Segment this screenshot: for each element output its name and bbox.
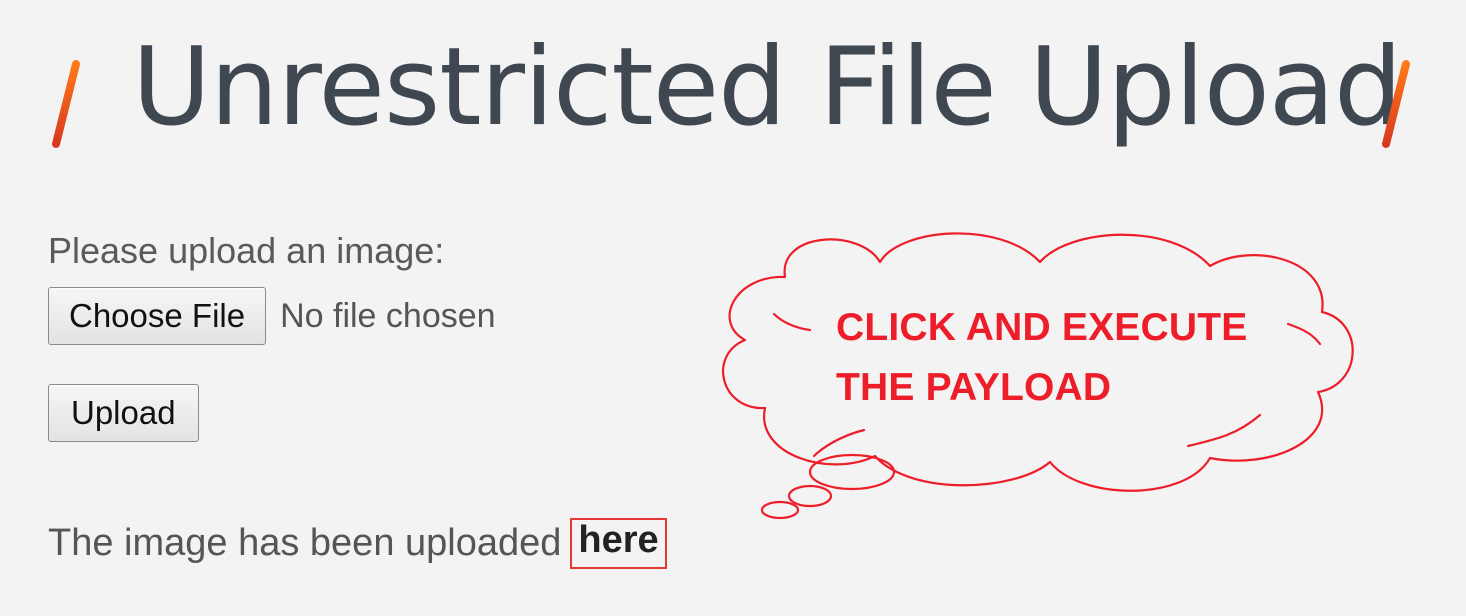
page-title: Unrestricted File Upload	[132, 25, 1403, 150]
annotation-text: CLICK AND EXECUTE THE PAYLOAD	[836, 298, 1276, 419]
upload-result-text: The image has been uploaded	[48, 521, 562, 564]
file-status-text: No file chosen	[280, 296, 496, 335]
slash-decoration-left	[52, 60, 80, 148]
choose-file-button[interactable]: Choose File	[48, 287, 267, 345]
page-header: Unrestricted File Upload	[40, 28, 1430, 178]
slash-decoration-right	[1382, 60, 1410, 148]
file-input-row: Choose File No file chosen	[48, 286, 496, 346]
upload-button[interactable]: Upload	[48, 384, 199, 442]
uploaded-image-link[interactable]: here	[570, 518, 667, 569]
upload-result-message: The image has been uploaded here	[48, 518, 667, 569]
annotation-line-2: THE PAYLOAD	[836, 366, 1112, 410]
annotation-line-1: CLICK AND EXECUTE	[836, 306, 1248, 349]
upload-prompt: Please upload an image:	[48, 230, 445, 271]
